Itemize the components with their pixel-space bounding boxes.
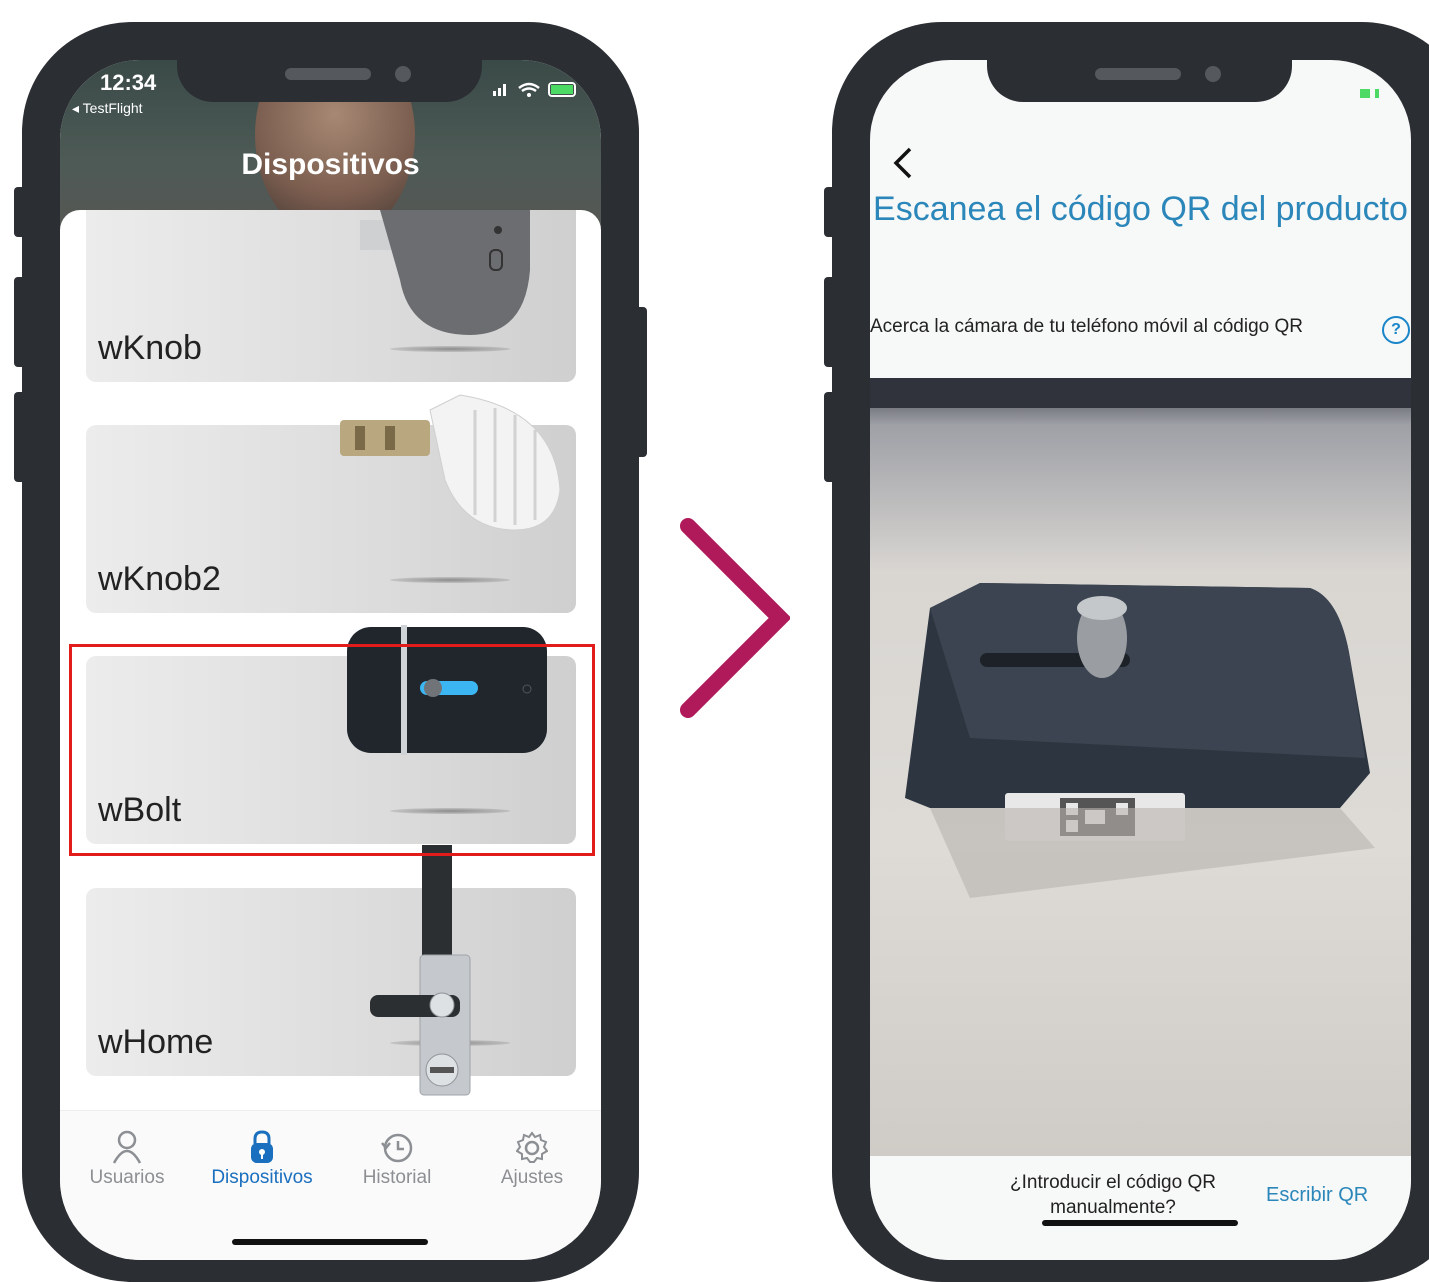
wknob-device-image xyxy=(360,210,530,335)
bottom-tab-bar: Usuarios Dispositivos Historial Ajustes xyxy=(60,1110,601,1260)
right-phone-frame: Escanea el código QR del producto Acerca… xyxy=(824,22,1429,1282)
device-name: wKnob2 xyxy=(98,560,221,598)
back-button[interactable] xyxy=(890,145,914,190)
page-title: Dispositivos xyxy=(241,148,420,181)
tab-label: Ajustes xyxy=(500,1167,564,1188)
scan-title: Escanea el código QR del producto xyxy=(873,190,1408,228)
status-time: 12:34 xyxy=(100,70,157,95)
manual-entry-question: ¿Introducir el código QR manualmente? xyxy=(1010,1172,1216,1218)
status-icons xyxy=(491,80,581,102)
chevron-right-icon xyxy=(680,518,790,718)
qr-scan-screen: Escanea el código QR del producto Acerca… xyxy=(870,60,1411,1260)
tab-usuarios[interactable]: Usuarios xyxy=(62,1129,192,1189)
lock-icon xyxy=(251,1130,273,1163)
device-name: wKnob xyxy=(98,329,202,367)
history-icon xyxy=(381,1133,413,1163)
camera-viewfinder[interactable] xyxy=(870,378,1411,1156)
wknob2-device-image xyxy=(340,394,561,531)
whome-device-image xyxy=(370,845,471,1096)
card-shadow xyxy=(390,346,510,352)
device-name: wHome xyxy=(98,1023,214,1061)
tab-historial[interactable]: Historial xyxy=(332,1129,462,1189)
help-icon[interactable]: ? xyxy=(1382,316,1410,344)
device-card-whome[interactable]: wHome xyxy=(86,888,576,1076)
speaker xyxy=(1095,68,1181,80)
write-qr-link[interactable]: Escribir QR xyxy=(1266,1184,1368,1207)
home-indicator xyxy=(232,1239,428,1245)
manual-entry-bar: ¿Introducir el código QR manualmente? Es… xyxy=(870,1156,1411,1260)
chevron-left-icon xyxy=(893,147,912,179)
mute-switch xyxy=(824,187,838,237)
home-indicator xyxy=(1042,1220,1238,1226)
volume-down-button xyxy=(824,392,838,482)
tab-label: Usuarios xyxy=(89,1167,165,1188)
volume-up-button xyxy=(824,277,838,367)
tab-label: Dispositivos xyxy=(211,1167,313,1188)
tab-ajustes[interactable]: Ajustes xyxy=(467,1129,597,1189)
mute-switch xyxy=(14,187,28,237)
volume-down-button xyxy=(14,392,28,482)
volume-up-button xyxy=(14,277,28,367)
tab-dispositivos[interactable]: Dispositivos xyxy=(197,1129,327,1189)
power-button xyxy=(633,307,647,457)
signal-wifi-battery-icon xyxy=(493,82,576,97)
front-camera xyxy=(395,66,411,82)
scan-instructions: Acerca la cámara de tu teléfono móvil al… xyxy=(870,316,1303,337)
front-camera xyxy=(1205,66,1221,82)
gear-icon xyxy=(516,1131,548,1163)
tab-label: Historial xyxy=(362,1167,432,1188)
notch xyxy=(987,22,1292,102)
card-shadow xyxy=(390,577,510,583)
back-to-app-link[interactable]: ◂ TestFlight xyxy=(72,100,143,117)
wbolt-highlight-box xyxy=(69,644,595,856)
battery-icon xyxy=(1360,89,1379,98)
speaker xyxy=(285,68,371,80)
camera-preview-image xyxy=(870,378,1411,898)
notch xyxy=(177,22,482,102)
user-icon xyxy=(112,1130,142,1164)
